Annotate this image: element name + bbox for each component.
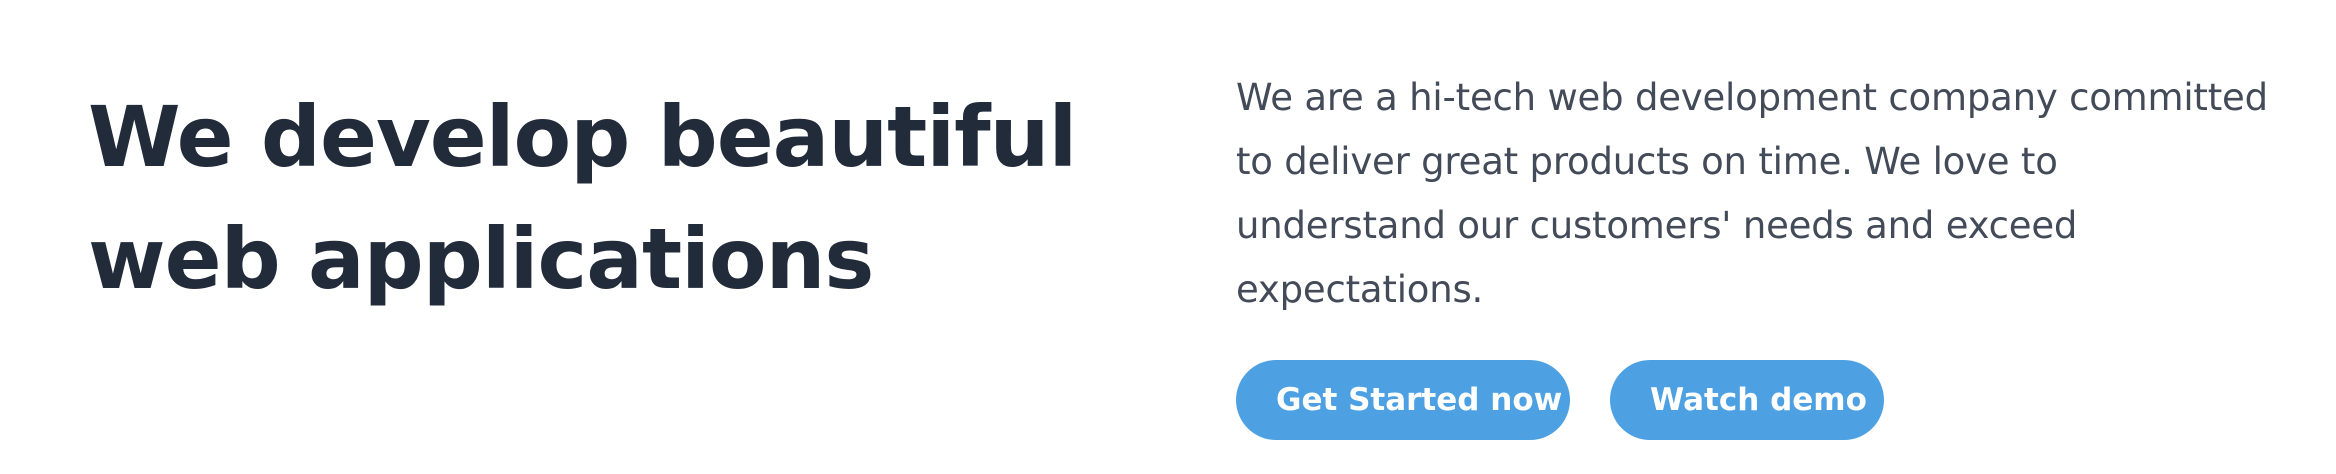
watch-demo-button[interactable]: Watch demo xyxy=(1610,360,1884,440)
hero-content-block: We are a hi-tech web development company… xyxy=(1236,66,2296,440)
hero-section: We develop beautiful web applications We… xyxy=(0,0,2336,474)
page-title: We develop beautiful web applications xyxy=(88,76,1168,320)
get-started-button[interactable]: Get Started now xyxy=(1236,360,1570,440)
hero-description: We are a hi-tech web development company… xyxy=(1236,76,2268,311)
title-line-1: We develop beautiful xyxy=(88,88,1077,186)
hero-heading-block: We develop beautiful web applications xyxy=(88,76,1168,320)
hero-actions: Get Started now Watch demo xyxy=(1236,360,2296,440)
title-line-2: web applications xyxy=(88,210,874,308)
